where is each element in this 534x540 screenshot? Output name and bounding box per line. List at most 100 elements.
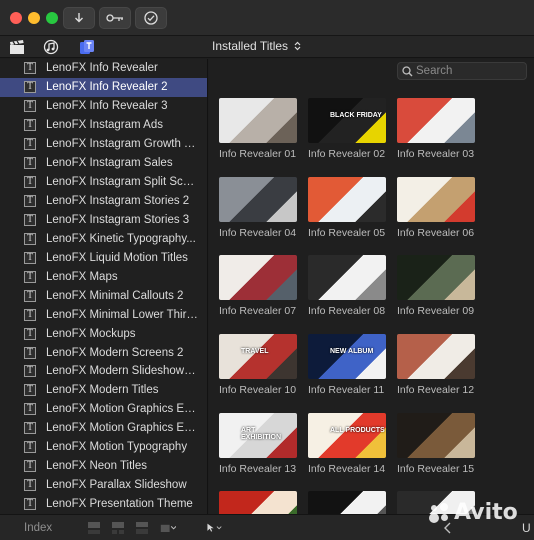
title-thumbnail[interactable] <box>397 334 475 379</box>
keywords-button[interactable] <box>99 7 131 29</box>
sidebar-item[interactable]: T LenoFX Modern Slideshow T... <box>0 362 207 381</box>
background-tasks-button[interactable] <box>135 7 167 29</box>
sidebar-item[interactable]: T LenoFX Presentation Theme <box>0 495 207 514</box>
sidebar-item[interactable]: T LenoFX Motion Graphics Ele... <box>0 419 207 438</box>
download-icon <box>75 13 83 23</box>
title-thumbnail[interactable] <box>219 491 297 514</box>
sidebar-item-label: LenoFX Mockups <box>46 327 136 340</box>
title-template-icon: T <box>24 365 36 378</box>
sidebar-item-label: LenoFX Kinetic Typography... <box>46 232 196 245</box>
search-icon <box>402 65 413 76</box>
sidebar-item[interactable]: T LenoFX Motion Graphics Ele... <box>0 400 207 419</box>
avito-watermark: Avito <box>428 500 518 525</box>
index-button[interactable]: Index <box>24 522 52 534</box>
sidebar-item[interactable]: T LenoFX Instagram Growth To... <box>0 135 207 154</box>
sidebar-item-label: LenoFX Instagram Ads <box>46 119 163 132</box>
sidebar-item-label: LenoFX Instagram Stories 2 <box>46 195 190 208</box>
titles-category-list: T LenoFX Info Revealer T LenoFX Info Reveal… <box>0 59 208 514</box>
thumbnail-label: Info Revealer 13 <box>219 463 297 475</box>
sidebar-item[interactable]: T LenoFX Mockups <box>0 324 207 343</box>
sidebar-item[interactable]: T LenoFX Info Revealer 3 <box>0 97 207 116</box>
title-thumbnail[interactable] <box>219 177 297 222</box>
sidebar-item[interactable]: T LenoFX Instagram Stories 2 <box>0 192 207 211</box>
sidebar-item[interactable]: T LenoFX Motion Typography <box>0 438 207 457</box>
sidebar-item[interactable]: T LenoFX Instagram Stories 3 <box>0 211 207 230</box>
title-template-icon: T <box>24 100 36 113</box>
sidebar-item[interactable]: T LenoFX Info Revealer 2 <box>0 77 207 97</box>
sidebar-item[interactable]: T LenoFX Kinetic Typography... <box>0 229 207 248</box>
sidebar-item-label: LenoFX Instagram Stories 3 <box>46 213 190 226</box>
title-thumbnail[interactable] <box>397 413 475 458</box>
zoom-window-button[interactable] <box>46 12 58 24</box>
search-field[interactable]: Search <box>397 62 527 80</box>
sidebar-item[interactable]: T LenoFX Minimal Callouts 2 <box>0 286 207 305</box>
sidebar-item[interactable]: T LenoFX Instagram Ads <box>0 116 207 135</box>
titles-generators-icon[interactable] <box>79 39 95 55</box>
title-thumbnail[interactable]: NEW ALBUM <box>308 334 386 379</box>
music-photos-icon[interactable] <box>43 39 59 55</box>
title-thumbnail[interactable] <box>397 98 475 143</box>
sidebar-item[interactable]: T LenoFX Neon Titles <box>0 457 207 476</box>
window-titlebar <box>0 0 534 36</box>
thumbnail-label: Info Revealer 03 <box>397 148 475 160</box>
close-window-button[interactable] <box>10 12 22 24</box>
title-template-icon: T <box>24 479 36 492</box>
title-template-icon: T <box>24 176 36 189</box>
title-template-icon: T <box>24 422 36 435</box>
title-template-icon: T <box>24 119 36 132</box>
sidebar-item-label: LenoFX Info Revealer 2 <box>46 81 168 94</box>
title-template-icon: T <box>24 441 36 454</box>
title-thumbnail[interactable] <box>308 177 386 222</box>
avito-logo-icon <box>428 502 450 524</box>
sidebar-item[interactable]: T LenoFX Instagram Sales <box>0 154 207 173</box>
sidebar-item[interactable]: T LenoFX Instagram Split Screen <box>0 173 207 192</box>
title-thumbnail[interactable]: ALL PRODUCTS <box>308 413 386 458</box>
sidebar-item[interactable]: T LenoFX Maps <box>0 267 207 286</box>
titles-browser: Search Info Revealer 01 BLACK FRIDAY Info … <box>209 59 534 514</box>
sidebar-item-label: LenoFX Modern Screens 2 <box>46 346 184 359</box>
browser-toolbar: Installed Titles <box>0 36 534 58</box>
title-template-icon: T <box>24 498 36 511</box>
sidebar-item[interactable]: T LenoFX Modern Screens 2 <box>0 343 207 362</box>
sidebar-item[interactable]: T LenoFX Parallax Slideshow <box>0 476 207 495</box>
sidebar-item-label: LenoFX Modern Slideshow T... <box>46 365 198 378</box>
title-thumbnail[interactable] <box>397 255 475 300</box>
title-thumbnail[interactable] <box>219 255 297 300</box>
sidebar-item-label: LenoFX Liquid Motion Titles <box>46 251 188 264</box>
title-template-icon: T <box>24 81 36 94</box>
insert-clip-icon[interactable] <box>110 521 126 535</box>
clapper-icon[interactable] <box>9 39 25 55</box>
sidebar-item[interactable]: T LenoFX Info Revealer <box>0 59 207 78</box>
thumbnail-label: Info Revealer 11 <box>308 384 385 396</box>
sidebar-item-label: LenoFX Info Revealer <box>46 62 158 75</box>
title-thumbnail[interactable]: ART EXHIBITION <box>219 413 297 458</box>
sidebar-item-label: LenoFX Motion Graphics Ele... <box>46 422 198 435</box>
pointer-tool-icon[interactable] <box>206 521 222 535</box>
minimize-window-button[interactable] <box>28 12 40 24</box>
sidebar-item[interactable]: T LenoFX Liquid Motion Titles <box>0 248 207 267</box>
title-template-icon: T <box>24 138 36 151</box>
watermark-text: Avito <box>454 500 518 525</box>
import-media-button[interactable] <box>63 7 95 29</box>
thumbnail-label: Info Revealer 10 <box>219 384 297 396</box>
thumbnail-label: Info Revealer 15 <box>397 463 475 475</box>
sidebar-item[interactable]: T LenoFX Modern Titles <box>0 381 207 400</box>
title-template-icon: T <box>24 308 36 321</box>
title-thumbnail[interactable] <box>219 98 297 143</box>
append-clip-icon[interactable] <box>86 521 102 535</box>
title-thumbnail[interactable] <box>397 177 475 222</box>
library-dropdown[interactable]: Installed Titles <box>212 39 301 53</box>
overwrite-clip-icon[interactable] <box>160 521 176 535</box>
title-thumbnail[interactable] <box>308 491 386 514</box>
dropdown-label: Installed Titles <box>212 39 289 53</box>
connect-clip-icon[interactable] <box>134 521 150 535</box>
sidebar-item[interactable]: T LenoFX Minimal Lower Third... <box>0 305 207 324</box>
bottom-right-label: U <box>522 521 531 535</box>
thumbnail-label: Info Revealer 06 <box>397 227 475 239</box>
thumbnail-label: Info Revealer 04 <box>219 227 297 239</box>
thumbnail-overlay-text: ALL PRODUCTS <box>330 427 385 434</box>
title-thumbnail[interactable]: BLACK FRIDAY <box>308 98 386 143</box>
title-thumbnail[interactable] <box>308 255 386 300</box>
title-thumbnail[interactable]: TRAVEL <box>219 334 297 379</box>
sidebar-item-label: LenoFX Motion Typography <box>46 441 188 454</box>
